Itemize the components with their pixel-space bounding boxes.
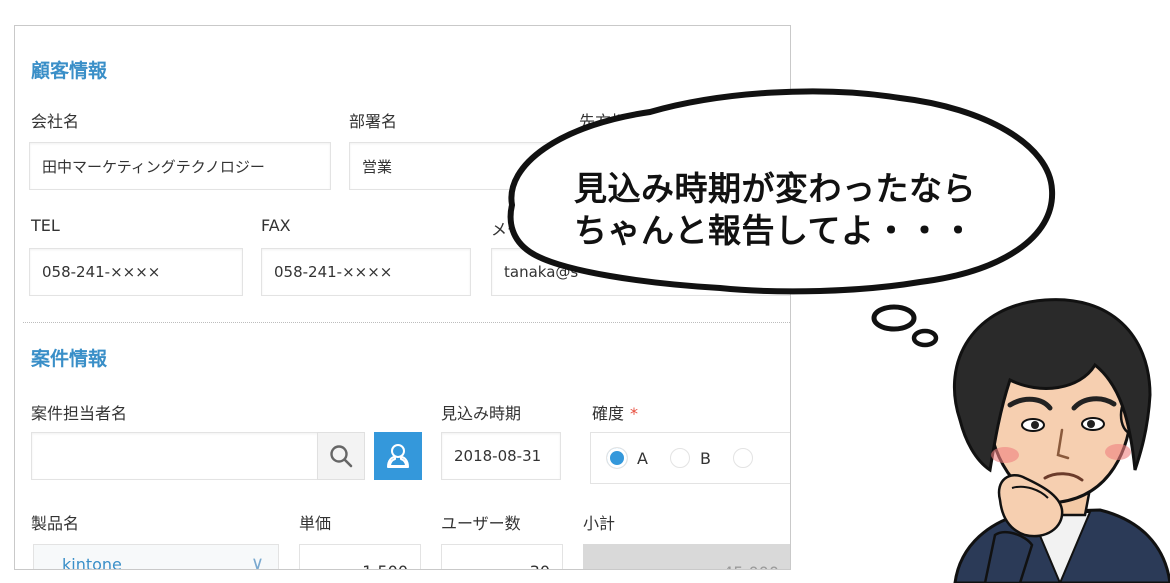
thought-dot-large: [871, 304, 917, 332]
worried-man-illustration: [952, 298, 1170, 583]
speech-bubble-illustration: [507, 88, 1170, 583]
bubble-line-2: ちゃんと報告してよ・・・: [574, 211, 976, 250]
bubble-line-1: 見込み時期が変わったなら: [574, 169, 976, 208]
speech-bubble-text: 見込み時期が変わったなら ちゃんと報告してよ・・・: [574, 168, 1004, 252]
thought-dot-small: [911, 328, 939, 348]
